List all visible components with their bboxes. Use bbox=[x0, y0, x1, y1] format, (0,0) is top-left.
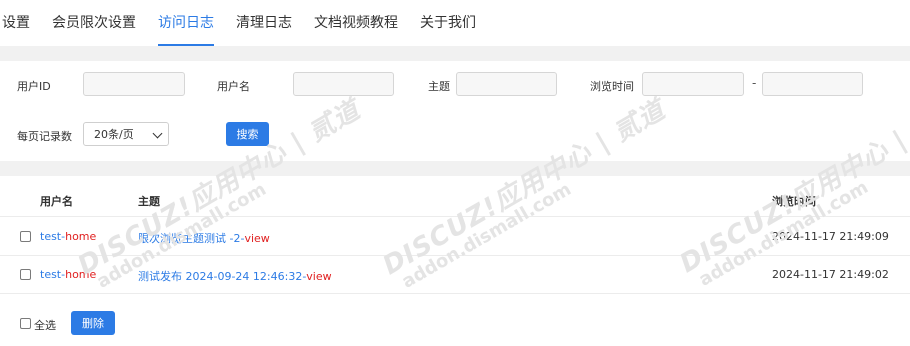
username-label: 用户名 bbox=[217, 80, 250, 93]
row-username-link[interactable]: test-home bbox=[40, 268, 96, 281]
header-divider bbox=[0, 216, 910, 217]
select-all-checkbox[interactable] bbox=[20, 318, 31, 329]
column-header-subject: 主题 bbox=[138, 195, 160, 208]
watermark: DISCUZ!应用中心 | 贰道 addon.dismall.com bbox=[672, 88, 910, 295]
column-header-browse-time: 浏览时间 bbox=[772, 195, 816, 208]
search-button[interactable]: 搜索 bbox=[226, 122, 269, 146]
row-browse-time: 2024-11-17 21:49:02 bbox=[772, 268, 889, 281]
user-id-input[interactable] bbox=[83, 72, 185, 96]
username-input[interactable] bbox=[293, 72, 394, 96]
user-id-label: 用户ID bbox=[17, 80, 51, 93]
watermark: DISCUZ!应用中心 | 贰道 addon.dismall.com bbox=[70, 90, 375, 297]
row-divider bbox=[0, 293, 910, 294]
subject-input[interactable] bbox=[456, 72, 557, 96]
range-separator: - bbox=[752, 76, 757, 90]
row-subject-link[interactable]: 测试发布 2024-09-24 12:46:32-view bbox=[138, 268, 332, 284]
subject-label: 主题 bbox=[428, 80, 450, 93]
browse-time-label: 浏览时间 bbox=[590, 80, 634, 93]
section-divider bbox=[0, 161, 910, 176]
subject-text: 测试发布 2024-09-24 12:46:32- bbox=[138, 270, 307, 283]
browse-time-start-input[interactable] bbox=[642, 72, 744, 96]
select-all-label: 全选 bbox=[34, 319, 56, 332]
row-username-link[interactable]: test-home bbox=[40, 230, 96, 243]
username-highlight: home bbox=[65, 268, 97, 281]
column-header-username: 用户名 bbox=[40, 195, 73, 208]
row-checkbox[interactable] bbox=[20, 231, 31, 242]
subject-highlight: view bbox=[244, 232, 270, 245]
per-page-label: 每页记录数 bbox=[17, 130, 72, 143]
browse-time-end-input[interactable] bbox=[762, 72, 863, 96]
per-page-value: 20条/页 bbox=[94, 128, 134, 141]
section-divider bbox=[0, 46, 910, 61]
tab-bar: 设置 会员限次设置 访问日志 清理日志 文档视频教程 关于我们 bbox=[0, 0, 910, 46]
row-checkbox[interactable] bbox=[20, 269, 31, 280]
tab-access-log[interactable]: 访问日志 bbox=[158, 0, 214, 46]
watermark-brand: DISCUZ!应用中心 | 贰道 bbox=[675, 92, 910, 280]
watermark-brand: DISCUZ!应用中心 | 贰道 bbox=[378, 94, 671, 282]
chevron-down-icon bbox=[152, 128, 163, 139]
row-divider bbox=[0, 255, 910, 256]
row-browse-time: 2024-11-17 21:49:09 bbox=[772, 230, 889, 243]
per-page-select[interactable]: 20条/页 bbox=[83, 122, 169, 146]
tab-settings[interactable]: 设置 bbox=[2, 0, 30, 46]
row-subject-link[interactable]: 限次浏览主题测试 -2-view bbox=[138, 230, 270, 246]
watermark-domain: addon.dismall.com bbox=[398, 178, 575, 293]
username-text: test- bbox=[40, 268, 66, 281]
tab-docs-video[interactable]: 文档视频教程 bbox=[314, 0, 398, 46]
username-text: test- bbox=[40, 230, 66, 243]
tab-clear-log[interactable]: 清理日志 bbox=[236, 0, 292, 46]
watermark: DISCUZ!应用中心 | 贰道 addon.dismall.com bbox=[375, 90, 680, 297]
username-highlight: home bbox=[65, 230, 97, 243]
delete-button[interactable]: 删除 bbox=[71, 311, 115, 335]
tab-about-us[interactable]: 关于我们 bbox=[420, 0, 476, 46]
subject-text: 限次浏览主题测试 -2- bbox=[138, 232, 245, 245]
tab-member-limit-settings[interactable]: 会员限次设置 bbox=[52, 0, 136, 46]
subject-highlight: view bbox=[306, 270, 332, 283]
